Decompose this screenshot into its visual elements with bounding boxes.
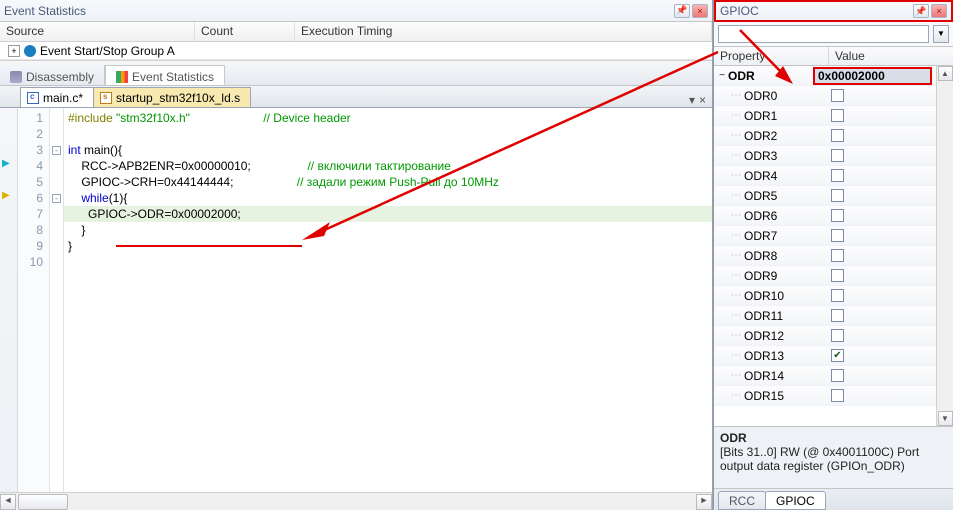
bit-checkbox[interactable]: [831, 269, 844, 282]
bit-row[interactable]: ⋯ODR5: [714, 186, 936, 206]
code-editor[interactable]: ▶ ▶ 12345678910 -- #include "stm32f10x.h…: [0, 108, 712, 492]
bit-checkbox[interactable]: [831, 89, 844, 102]
peripheral-titlebar: GPIOC 📌 ×: [714, 0, 953, 22]
breakpoint-marker-icon[interactable]: ▶: [2, 158, 10, 169]
fold-icon[interactable]: -: [52, 146, 61, 155]
current-line-marker-icon[interactable]: ▶: [2, 190, 10, 201]
event-group-icon: [24, 45, 36, 57]
register-value[interactable]: 0x00002000: [813, 67, 932, 85]
bit-row[interactable]: ⋯ODR6: [714, 206, 936, 226]
bit-checkbox[interactable]: [831, 129, 844, 142]
bit-row[interactable]: ⋯ODR12: [714, 326, 936, 346]
event-group-label: Event Start/Stop Group A: [40, 44, 175, 58]
file-tab-startup[interactable]: startup_stm32f10x_ld.s: [93, 87, 251, 107]
bit-checkbox[interactable]: [831, 149, 844, 162]
bit-row[interactable]: ⋯ODR4: [714, 166, 936, 186]
col-property[interactable]: Property: [714, 47, 829, 65]
event-group-row[interactable]: + Event Start/Stop Group A: [0, 42, 712, 60]
fold-gutter: --: [50, 108, 64, 492]
expand-icon[interactable]: +: [8, 45, 20, 57]
bit-row[interactable]: ⋯ODR2: [714, 126, 936, 146]
bit-row[interactable]: ⋯ODR7: [714, 226, 936, 246]
tab-disassembly[interactable]: Disassembly: [0, 65, 105, 85]
dropdown-icon[interactable]: ▼: [933, 25, 949, 43]
collapse-icon[interactable]: −: [716, 70, 728, 81]
file-tab-main-c[interactable]: main.c*: [20, 87, 94, 107]
bit-checkbox[interactable]: [831, 229, 844, 242]
bit-checkbox[interactable]: [831, 249, 844, 262]
bit-row[interactable]: ⋯ODR8: [714, 246, 936, 266]
register-select[interactable]: [718, 25, 929, 43]
asm-file-icon: [100, 92, 112, 104]
col-source[interactable]: Source: [0, 22, 195, 41]
statistics-icon: [116, 71, 128, 83]
tab-event-statistics[interactable]: Event Statistics: [105, 65, 225, 85]
bit-row[interactable]: ⋯ODR11: [714, 306, 936, 326]
col-timing[interactable]: Execution Timing: [295, 22, 712, 41]
bit-checkbox[interactable]: [831, 309, 844, 322]
disassembly-icon: [10, 71, 22, 83]
bit-checkbox[interactable]: [831, 189, 844, 202]
vertical-scrollbar[interactable]: ▲▼: [936, 66, 953, 426]
bit-checkbox[interactable]: ✔: [831, 349, 844, 362]
tab-gpioc[interactable]: GPIOC: [765, 491, 826, 510]
col-value[interactable]: Value: [829, 47, 953, 65]
bit-row[interactable]: ⋯ODR10: [714, 286, 936, 306]
view-tabs: Disassembly Event Statistics: [0, 60, 712, 86]
bit-row[interactable]: ⋯ODR13✔: [714, 346, 936, 366]
col-count[interactable]: Count: [195, 22, 295, 41]
bit-checkbox[interactable]: [831, 109, 844, 122]
file-tabs: main.c* startup_stm32f10x_ld.s ▾ ×: [0, 86, 712, 108]
bit-row[interactable]: ⋯ODR3: [714, 146, 936, 166]
register-row-odr[interactable]: − ODR 0x00002000: [714, 66, 936, 86]
line-numbers: 12345678910: [18, 108, 50, 492]
pin-button[interactable]: 📌: [674, 4, 690, 18]
bit-checkbox[interactable]: [831, 169, 844, 182]
fold-icon[interactable]: -: [52, 194, 61, 203]
bit-row[interactable]: ⋯ODR9: [714, 266, 936, 286]
peripheral-title: GPIOC: [720, 4, 759, 18]
pin-button[interactable]: 📌: [913, 4, 929, 18]
tab-rcc[interactable]: RCC: [718, 491, 766, 510]
bit-row[interactable]: ⋯ODR15: [714, 386, 936, 406]
event-statistics-titlebar: Event Statistics 📌 ×: [0, 0, 712, 22]
bit-checkbox[interactable]: [831, 389, 844, 402]
bit-checkbox[interactable]: [831, 329, 844, 342]
bit-row[interactable]: ⋯ODR14: [714, 366, 936, 386]
bit-checkbox[interactable]: [831, 289, 844, 302]
tabs-dropdown-icon[interactable]: ▾: [689, 93, 695, 107]
event-columns: Source Count Execution Timing: [0, 22, 712, 42]
bit-checkbox[interactable]: [831, 369, 844, 382]
bit-row[interactable]: ⋯ODR0: [714, 86, 936, 106]
tabs-close-icon[interactable]: ×: [699, 93, 706, 107]
close-button[interactable]: ×: [692, 4, 708, 18]
bit-row[interactable]: ⋯ODR1: [714, 106, 936, 126]
event-statistics-title: Event Statistics: [4, 4, 86, 18]
close-button[interactable]: ×: [931, 4, 947, 18]
horizontal-scrollbar[interactable]: ◄►: [0, 492, 712, 510]
register-description: ODR [Bits 31..0] RW (@ 0x4001100C) Port …: [714, 426, 953, 488]
c-file-icon: [27, 92, 39, 104]
bit-checkbox[interactable]: [831, 209, 844, 222]
